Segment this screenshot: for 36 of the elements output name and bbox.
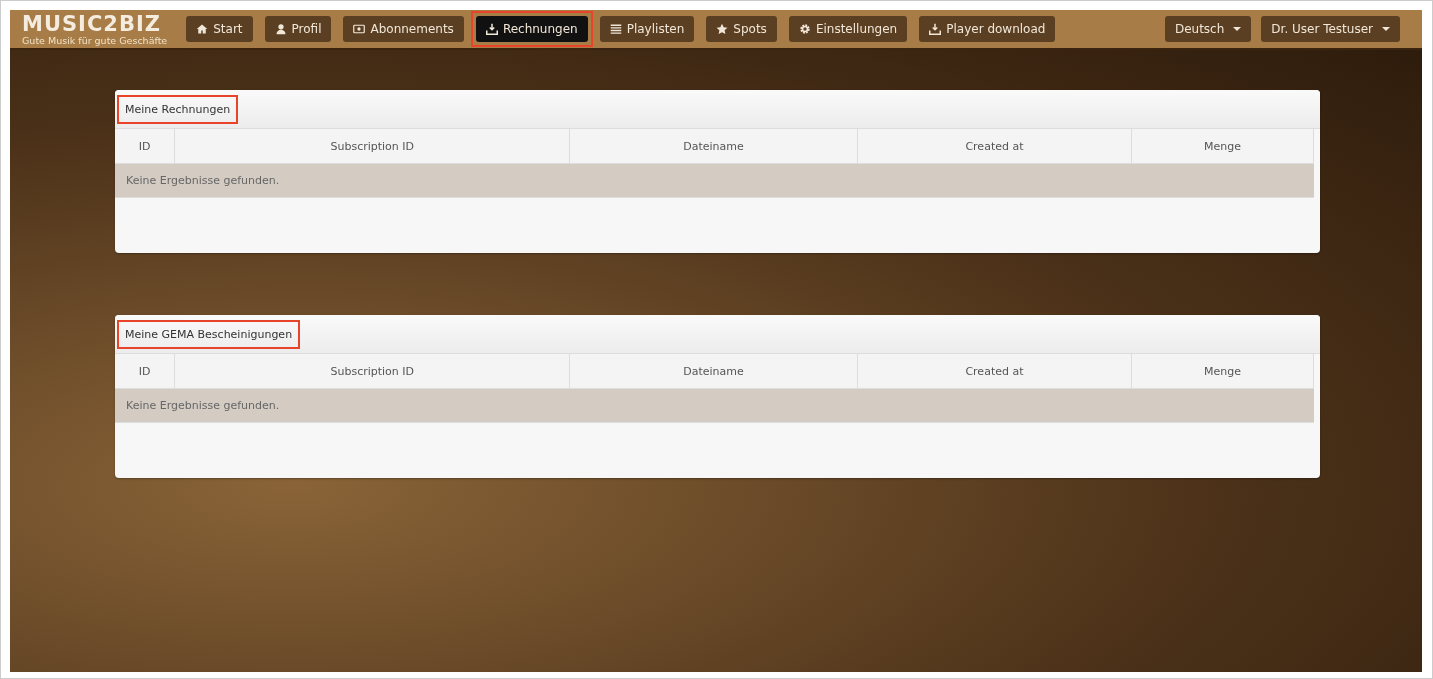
nav-button[interactable]: Player download bbox=[919, 16, 1056, 42]
money-icon bbox=[353, 23, 366, 35]
column-header: Dateiname bbox=[569, 129, 858, 164]
column-header: Menge bbox=[1131, 129, 1314, 164]
panel-title: Meine Rechnungen bbox=[119, 96, 237, 122]
column-header: ID bbox=[115, 129, 175, 164]
home-icon bbox=[196, 23, 209, 35]
column-header: Subscription ID bbox=[174, 129, 570, 164]
tagline: Gute Musik für gute Geschäfte bbox=[22, 36, 168, 46]
nav-button[interactable]: Spots bbox=[706, 16, 777, 42]
nav-button[interactable]: Start bbox=[186, 16, 253, 42]
caret-icon bbox=[1233, 27, 1242, 31]
download-icon bbox=[929, 23, 942, 35]
column-header: Dateiname bbox=[569, 354, 858, 389]
download-icon bbox=[485, 23, 498, 35]
empty-message: Keine Ergebnisse gefunden. bbox=[115, 388, 1314, 423]
star-icon bbox=[716, 23, 729, 35]
empty-message: Keine Ergebnisse gefunden. bbox=[115, 163, 1314, 198]
nav-button[interactable]: Profil bbox=[264, 16, 332, 42]
column-header: Subscription ID bbox=[174, 354, 570, 389]
nav-button[interactable]: Rechnungen bbox=[475, 16, 588, 42]
nav-button[interactable]: Einstellungen bbox=[788, 16, 908, 42]
list-icon bbox=[609, 23, 622, 35]
column-header: Created at bbox=[857, 129, 1132, 164]
dropdown-button[interactable]: Deutsch bbox=[1164, 16, 1252, 42]
user-icon bbox=[274, 23, 287, 35]
column-header: ID bbox=[115, 354, 175, 389]
column-header: Created at bbox=[857, 354, 1132, 389]
caret-icon bbox=[1382, 27, 1390, 31]
column-header: Menge bbox=[1131, 354, 1314, 389]
dropdown-button[interactable]: Dr. User Testuser bbox=[1261, 16, 1400, 42]
nav-button[interactable]: Abonnements bbox=[343, 16, 464, 42]
nav-button[interactable]: Playlisten bbox=[599, 16, 695, 42]
panel-title: Meine GEMA Bescheinigungen bbox=[119, 321, 299, 347]
logo: MUSIC2BIZ bbox=[22, 12, 162, 37]
gear-icon bbox=[798, 23, 811, 35]
